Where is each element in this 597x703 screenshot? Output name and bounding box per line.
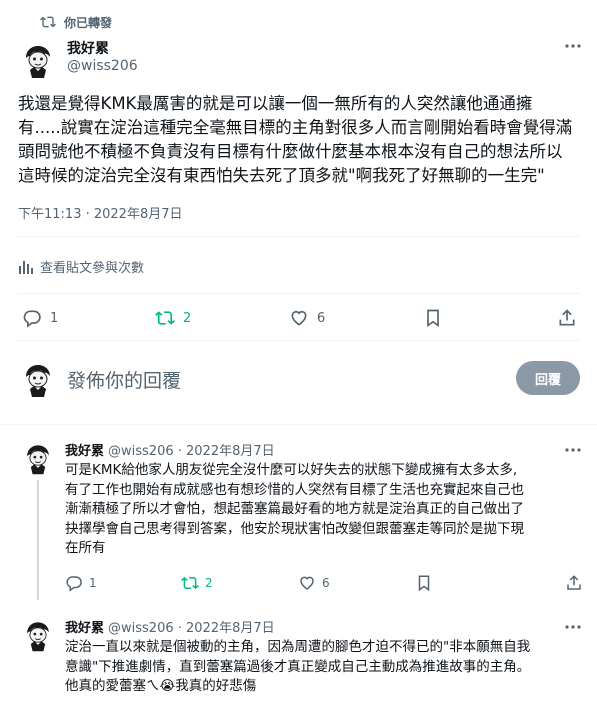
tweet-text-line: 這時候的淀治完全沒有東西怕失去死了頂多就"啊我死了好無聊的一生完" bbox=[18, 166, 545, 185]
like-count: 6 bbox=[317, 310, 326, 326]
share-icon[interactable] bbox=[565, 574, 583, 592]
reply-input[interactable]: 發佈你的回覆 bbox=[67, 366, 181, 393]
reply-handle-date[interactable]: @wiss206 · 2022年8月7日 bbox=[108, 617, 275, 636]
reply-button[interactable]: 回覆 bbox=[516, 361, 580, 395]
tweet-text-line: 有.....說實在淀治這種完全毫無目標的主角對很多人而言剛開始看時會覺得滿 bbox=[18, 118, 573, 137]
reply-header: 我好累 @wiss206 · 2022年8月7日 bbox=[65, 440, 275, 459]
avatar[interactable] bbox=[18, 40, 58, 80]
heart-icon bbox=[298, 574, 316, 592]
divider bbox=[18, 236, 580, 237]
reply-icon bbox=[65, 574, 83, 592]
tweet-text-line: 我還是覺得KMK最厲害的就是可以讓一個一無所有的人突然讓他通通擁 bbox=[18, 94, 533, 113]
reply-text-line: 他真的愛蕾塞ㄟ😭我真的好悲傷 bbox=[65, 678, 257, 694]
reply-action[interactable]: 1 bbox=[65, 574, 97, 592]
reply-text-line: 在所有 bbox=[65, 540, 106, 556]
divider bbox=[0, 424, 597, 425]
repost-icon bbox=[155, 308, 175, 328]
reply-display-name[interactable]: 我好累 bbox=[65, 440, 104, 459]
repost-icon bbox=[181, 574, 199, 592]
reply-avatar[interactable] bbox=[20, 617, 56, 653]
repost-action[interactable]: 2 bbox=[155, 308, 191, 328]
more-icon[interactable] bbox=[563, 36, 583, 56]
reply-header: 我好累 @wiss206 · 2022年8月7日 bbox=[65, 617, 275, 636]
reply-text-line: 可是KMK給他家人朋友從完全沒什麼可以好失去的狀態下變成擁有太多太多, bbox=[65, 462, 518, 478]
reply-display-name[interactable]: 我好累 bbox=[65, 617, 104, 636]
reply-handle-date[interactable]: @wiss206 · 2022年8月7日 bbox=[108, 440, 275, 459]
reply-text-line: 抉擇學會自己思考得到答案，他安於現狀害怕改變但跟蕾塞走等同於是拋下現 bbox=[65, 520, 524, 537]
share-icon[interactable] bbox=[557, 308, 577, 328]
bookmark-icon[interactable] bbox=[423, 308, 443, 328]
repost-action[interactable]: 2 bbox=[181, 574, 213, 592]
reply-text: 可是KMK給他家人朋友從完全沒什麼可以好失去的狀態下變成擁有太多太多, 有了工作… bbox=[65, 461, 585, 559]
tweet-timestamp[interactable]: 下午11:13 · 2022年8月7日 bbox=[18, 203, 183, 222]
thread-line bbox=[37, 480, 39, 600]
reply-action[interactable]: 1 bbox=[22, 308, 58, 328]
reply-text: 淀治一直以來就是個被動的主角，因為周遭的腳色才迫不得已的"非本願無自我 意識"下… bbox=[65, 638, 590, 697]
more-icon[interactable] bbox=[563, 617, 583, 637]
divider bbox=[18, 293, 580, 294]
user-handle[interactable]: @wiss206 bbox=[67, 58, 138, 74]
reply-text-line: 有了工作也開始有成就感也有想珍惜的人突然有目標了生活也充實起來自己也 bbox=[65, 481, 524, 498]
repost-count: 2 bbox=[205, 576, 213, 590]
reply-count: 1 bbox=[89, 576, 97, 590]
reply-count: 1 bbox=[50, 310, 59, 326]
reply-text-line: 淀治一直以來就是個被動的主角，因為周遭的腳色才迫不得已的"非本願無自我 bbox=[65, 639, 531, 655]
reply-icon bbox=[22, 308, 42, 328]
reply-text-line: 意識"下推進劇情，直到蕾塞篇過後才真正變成自己主動成為推進故事的主角。 bbox=[65, 658, 531, 675]
like-action[interactable]: 6 bbox=[289, 308, 325, 328]
repost-indicator: 你已轉發 bbox=[40, 13, 112, 31]
bookmark-icon[interactable] bbox=[415, 574, 433, 592]
reply-text-line: 漸漸積極了所以才會怕，想起蕾塞篇最好看的地方就是淀治真正的自己做出了 bbox=[65, 501, 524, 517]
reply-avatar[interactable] bbox=[20, 440, 56, 476]
display-name[interactable]: 我好累 bbox=[67, 38, 109, 58]
repost-icon bbox=[40, 14, 56, 30]
views-label: 查看貼文參與次數 bbox=[40, 261, 145, 276]
compose-avatar[interactable] bbox=[18, 359, 58, 399]
view-engagement-link[interactable]: 查看貼文參與次數 bbox=[18, 257, 144, 276]
more-icon[interactable] bbox=[563, 440, 583, 460]
like-count: 6 bbox=[322, 576, 330, 590]
repost-count: 2 bbox=[183, 310, 192, 326]
tweet-text-line: 頭問號他不積極不負責沒有目標有什麼做什麼基本根本沒有自己的想法所以 bbox=[18, 142, 563, 161]
heart-icon bbox=[289, 308, 309, 328]
tweet-text: 我還是覺得KMK最厲害的就是可以讓一個一無所有的人突然讓他通通擁 有.....說… bbox=[18, 92, 586, 188]
repost-label: 你已轉發 bbox=[64, 15, 113, 30]
analytics-icon bbox=[18, 259, 34, 275]
like-action[interactable]: 6 bbox=[298, 574, 330, 592]
divider bbox=[18, 340, 580, 341]
